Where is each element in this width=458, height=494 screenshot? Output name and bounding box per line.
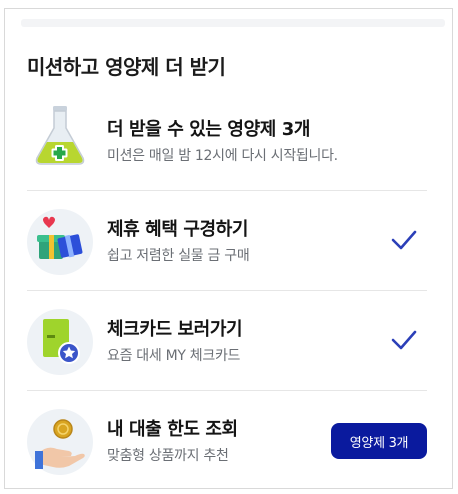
mission-title: 내 대출 한도 조회 — [107, 419, 238, 440]
mission-card: 미션하고 영양제 더 받기 더 받을 수 있는 영양제 3개 미션은 매일 밤 … — [4, 8, 453, 489]
gift-boxes-icon — [27, 209, 93, 275]
summary-subtitle: 미션은 매일 밤 12시에 다시 시작됩니다. — [107, 148, 338, 164]
mission-title: 체크카드 보러가기 — [107, 319, 243, 340]
mission-subtitle: 맞춤형 상품까지 추천 — [107, 448, 229, 464]
summary-title: 더 받을 수 있는 영양제 3개 — [107, 119, 311, 140]
mission-item-check-card[interactable]: 체크카드 보러가기 요즘 대세 MY 체크카드 — [27, 291, 427, 391]
flask-icon — [27, 104, 93, 170]
check-card-icon — [27, 309, 93, 375]
top-strip — [21, 19, 445, 27]
mission-subtitle: 요즘 대세 MY 체크카드 — [107, 348, 241, 364]
mission-subtitle: 쉽고 저렴한 실물 금 구매 — [107, 248, 250, 264]
coin-hand-icon — [27, 409, 93, 475]
mission-item-affiliate-benefits[interactable]: 제휴 혜택 구경하기 쉽고 저렴한 실물 금 구매 — [27, 191, 427, 291]
summary-row: 더 받을 수 있는 영양제 3개 미션은 매일 밤 12시에 다시 시작됩니다. — [27, 91, 427, 190]
section-title: 미션하고 영양제 더 받기 — [27, 55, 226, 79]
mission-item-loan-limit[interactable]: 내 대출 한도 조회 맞춤형 상품까지 추천 영양제 3개 — [27, 391, 427, 491]
check-icon — [391, 330, 417, 350]
check-icon — [391, 230, 417, 250]
reward-button[interactable]: 영양제 3개 — [331, 423, 427, 459]
mission-title: 제휴 혜택 구경하기 — [107, 219, 249, 240]
